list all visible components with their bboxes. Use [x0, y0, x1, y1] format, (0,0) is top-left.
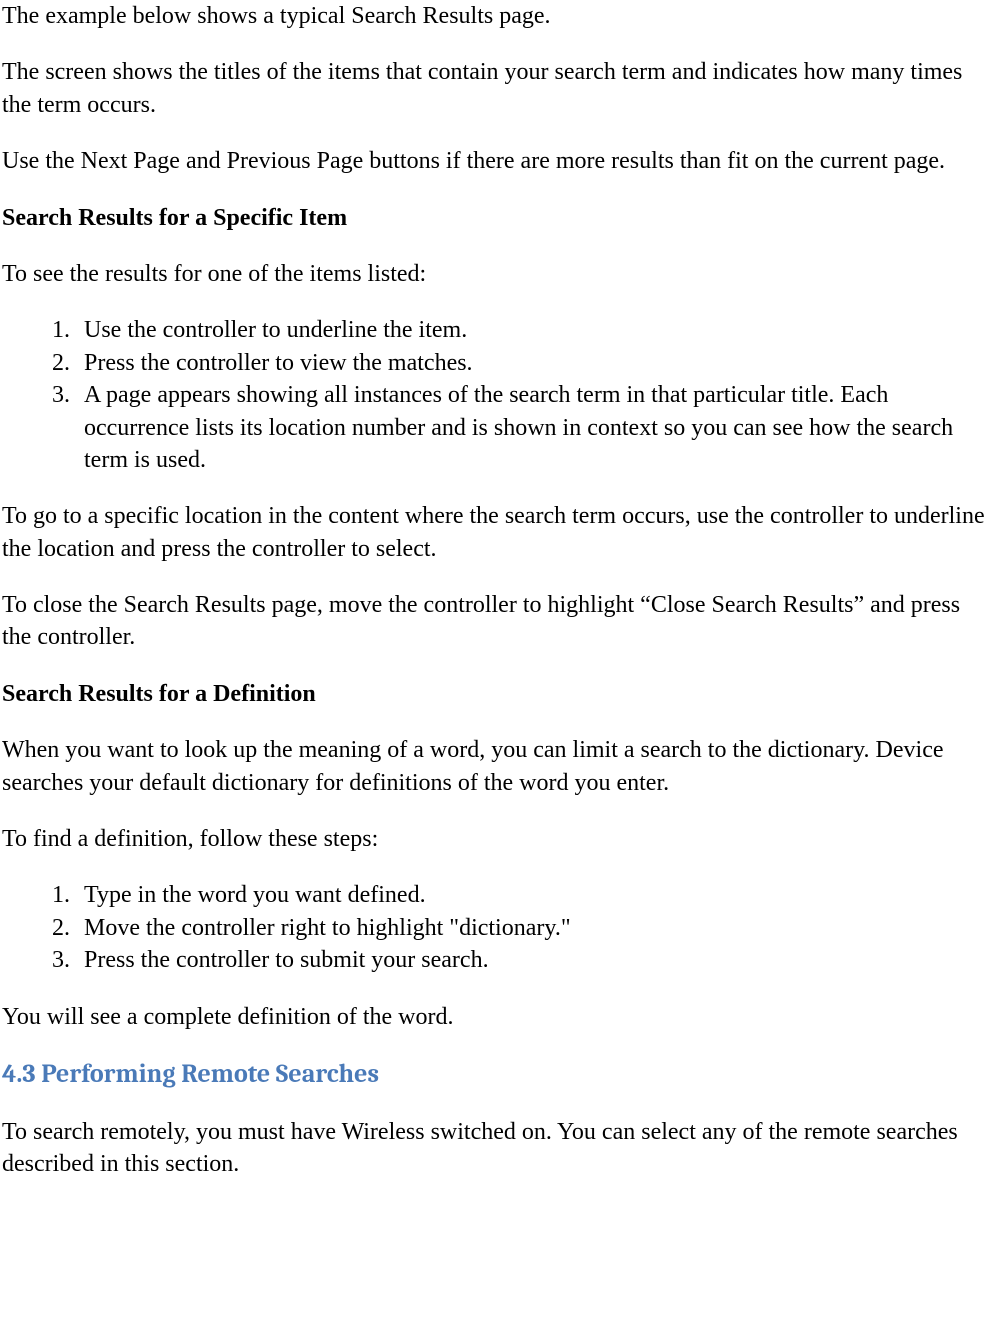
paragraph-complete-definition: You will see a complete definition of th… [2, 1001, 985, 1033]
paragraph-screen-description: The screen shows the titles of the items… [2, 56, 985, 121]
paragraph-goto-location: To go to a specific location in the cont… [2, 500, 985, 565]
heading-specific-item: Search Results for a Specific Item [2, 202, 985, 234]
paragraph-wireless: To search remotely, you must have Wirele… [2, 1116, 985, 1181]
list-item: Press the controller to view the matches… [76, 347, 985, 379]
paragraph-close-results: To close the Search Results page, move t… [2, 589, 985, 654]
heading-remote-searches: 4.3 Performing Remote Searches [2, 1057, 985, 1092]
list-definition-steps: Type in the word you want defined. Move … [58, 879, 985, 976]
list-item: Press the controller to submit your sear… [76, 944, 985, 976]
list-item: Move the controller right to highlight "… [76, 912, 985, 944]
heading-definition: Search Results for a Definition [2, 678, 985, 710]
list-item: A page appears showing all instances of … [76, 379, 985, 476]
paragraph-see-results: To see the results for one of the items … [2, 258, 985, 290]
paragraph-lookup-meaning: When you want to look up the meaning of … [2, 734, 985, 799]
list-item: Use the controller to underline the item… [76, 314, 985, 346]
paragraph-find-definition: To find a definition, follow these steps… [2, 823, 985, 855]
list-item: Type in the word you want defined. [76, 879, 985, 911]
list-specific-item-steps: Use the controller to underline the item… [58, 314, 985, 476]
paragraph-intro: The example below shows a typical Search… [2, 0, 985, 32]
paragraph-pagination: Use the Next Page and Previous Page butt… [2, 145, 985, 177]
